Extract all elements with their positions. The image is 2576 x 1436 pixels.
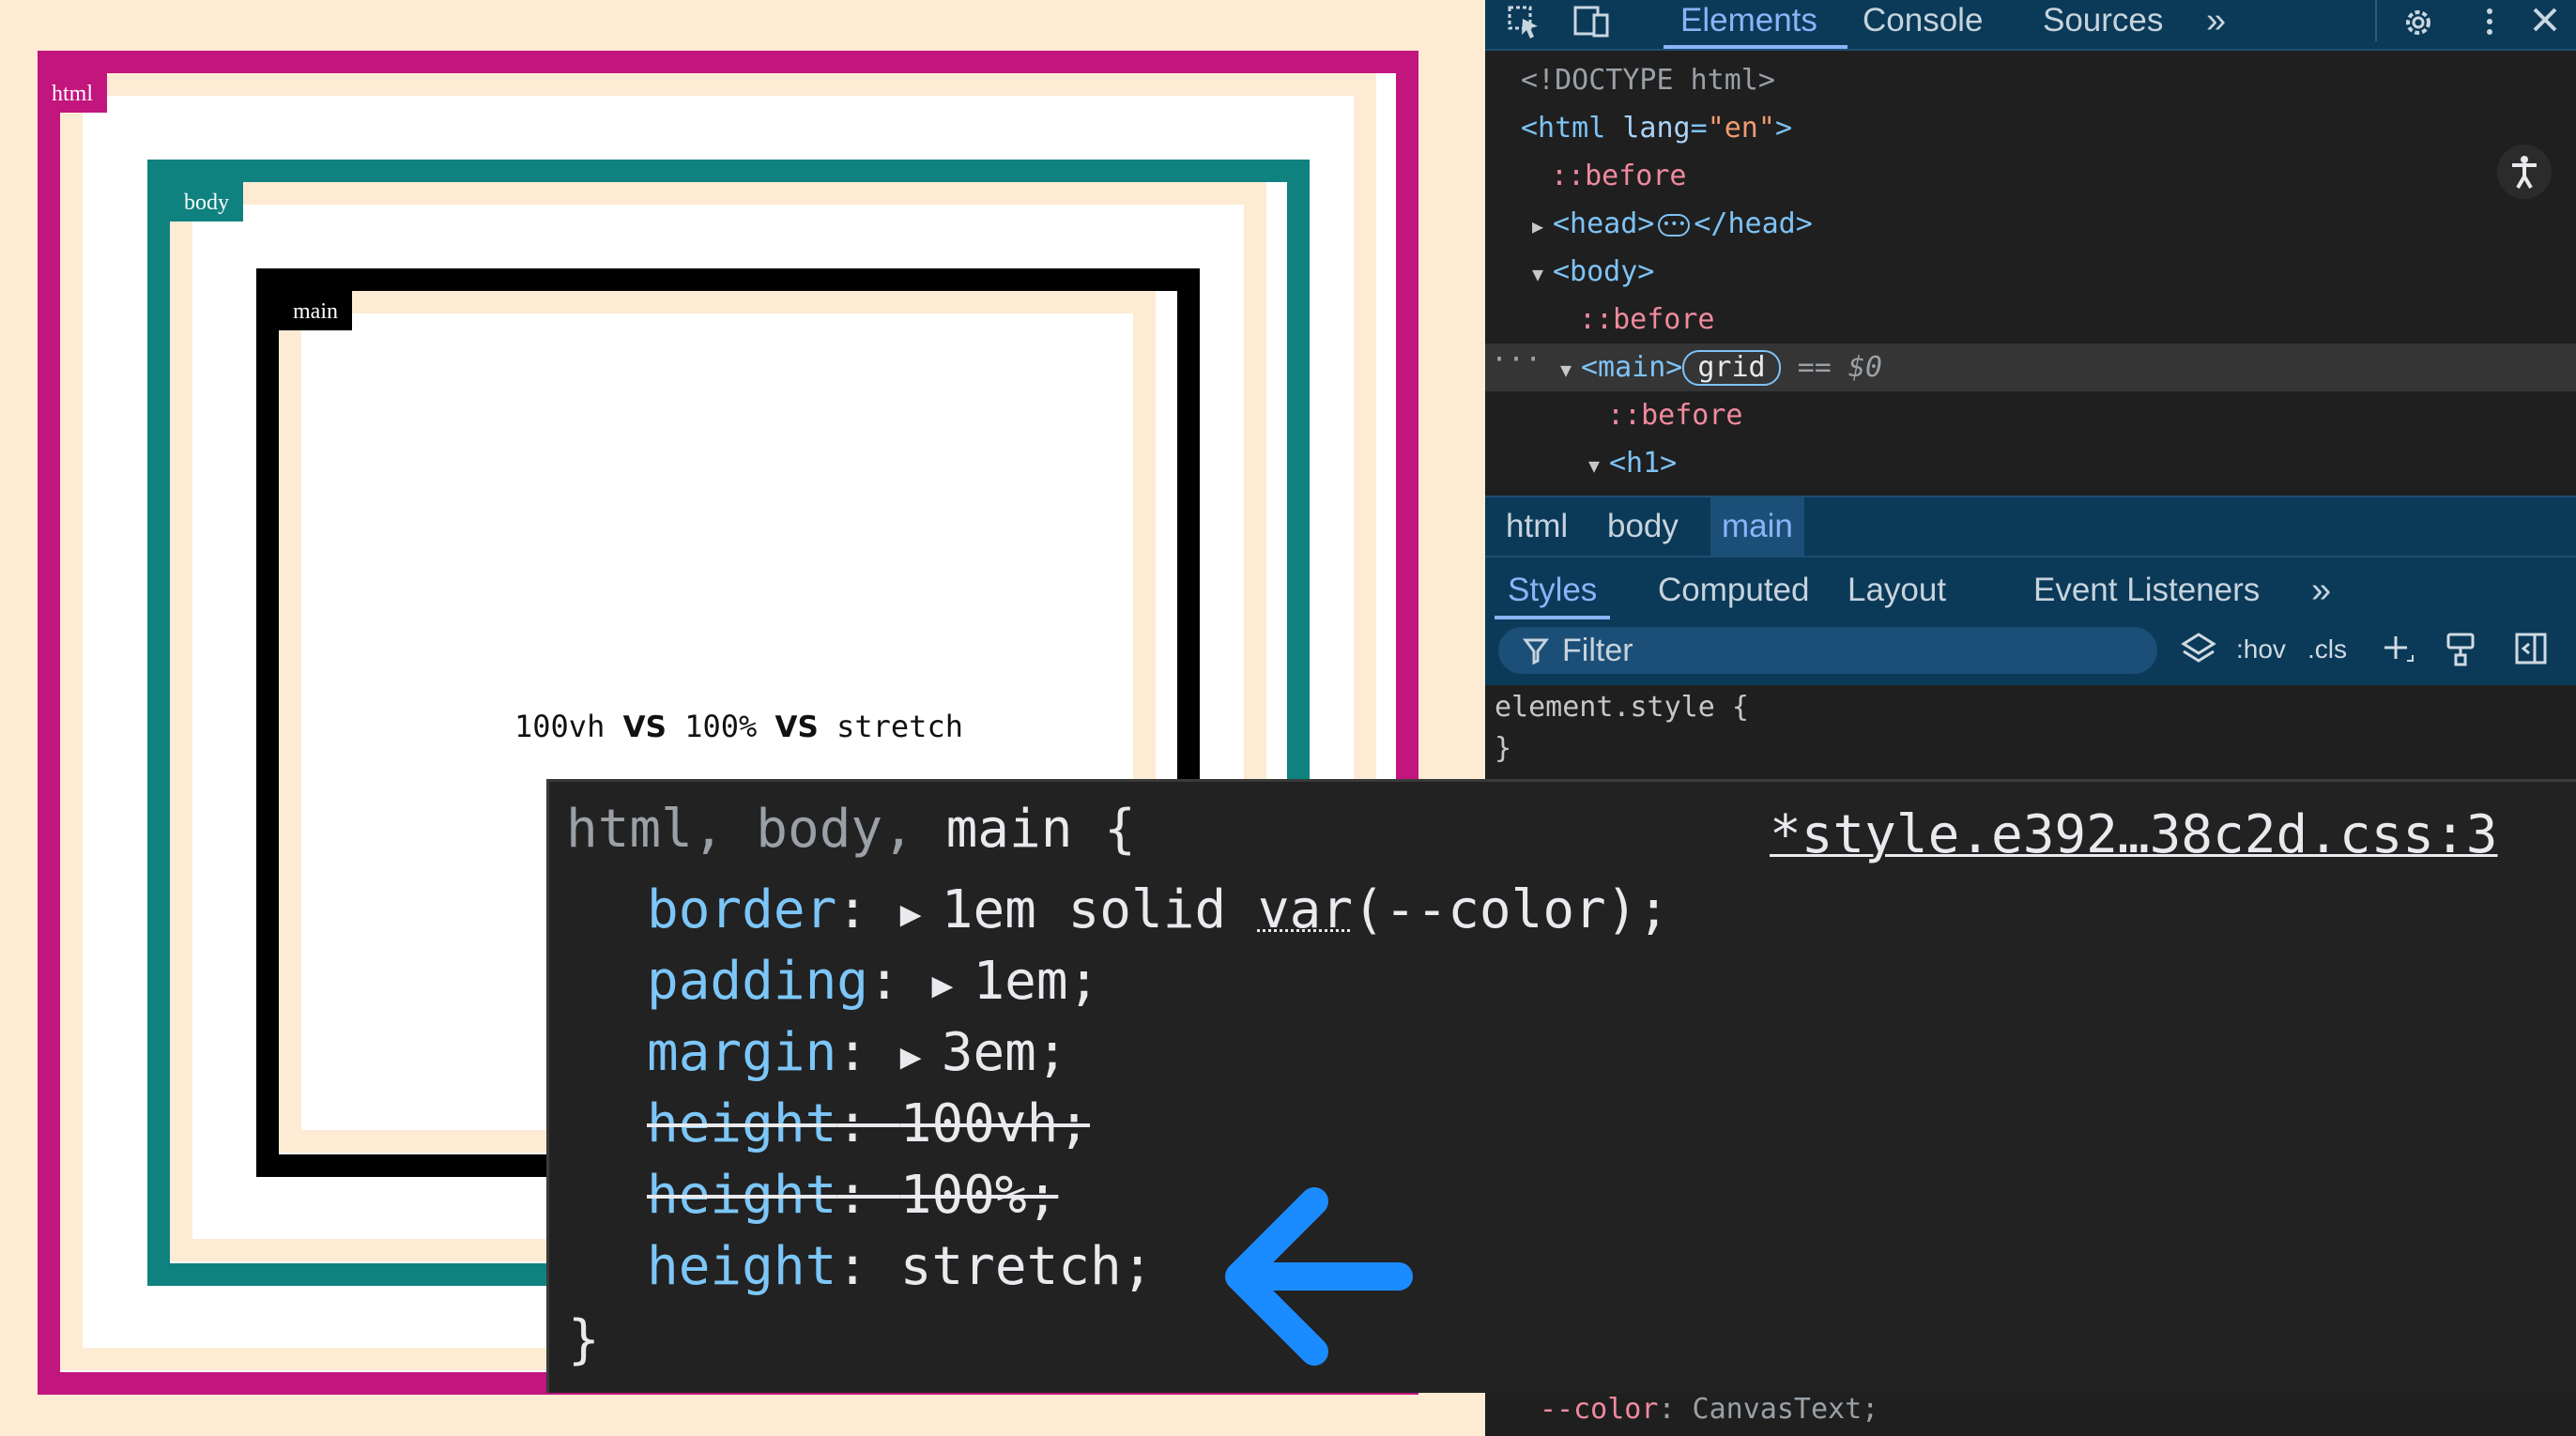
decl-border[interactable]: border: ▶ 1em solid var(--color);: [647, 878, 1669, 946]
toolbar-divider: [2375, 0, 2377, 41]
dom-h1-node[interactable]: ▼ <h1>: [1588, 439, 1677, 487]
expand-triangle-icon[interactable]: ▶: [931, 952, 973, 1017]
node-actions-icon[interactable]: ···: [1491, 336, 1541, 384]
zoomed-css-rule: html, body, main { *style.e392…38c2d.css…: [546, 779, 2576, 1393]
decl-height-stretch[interactable]: height: stretch;: [647, 1234, 1153, 1300]
breadcrumb: html body main: [1485, 496, 2576, 556]
tab-event-listeners[interactable]: Event Listeners: [2033, 558, 2260, 619]
expand-triangle-icon[interactable]: ▶: [900, 880, 942, 946]
cls-toggle[interactable]: .cls: [2308, 629, 2347, 670]
layers-icon[interactable]: [2180, 629, 2217, 682]
dom-body-before[interactable]: ::before: [1579, 296, 1715, 344]
collapsed-ellipsis-icon[interactable]: •••: [1658, 213, 1691, 237]
decl-margin[interactable]: margin: ▶ 3em;: [647, 1020, 1068, 1089]
kebab-menu-icon[interactable]: [2480, 4, 2499, 41]
breadcrumb-body[interactable]: body: [1596, 497, 1690, 556]
dom-main-node[interactable]: ··· ▼ <main> grid == $0: [1485, 344, 2576, 391]
dom-body-node[interactable]: ▼ <body>: [1532, 248, 1654, 296]
dom-html-node[interactable]: <html lang="en">: [1521, 104, 1792, 152]
filter-placeholder: Filter: [1562, 633, 1633, 668]
tab-sources[interactable]: Sources: [2043, 0, 2163, 49]
dom-html-before[interactable]: ::before: [1551, 152, 1687, 200]
rule-source-link[interactable]: *style.e392…38c2d.css:3: [1770, 802, 2497, 868]
sidebar-toggle-icon[interactable]: [2512, 629, 2550, 682]
demo-heading: 100vh VS 100% VS stretch: [514, 709, 963, 744]
tab-computed[interactable]: Computed: [1658, 558, 1809, 619]
element-style-rule[interactable]: element.style {: [1495, 691, 1749, 724]
html-label: html: [38, 73, 108, 113]
tab-styles[interactable]: Styles: [1495, 558, 1611, 619]
main-label: main: [279, 291, 352, 330]
filter-icon: [1523, 627, 1549, 689]
dom-doctype[interactable]: <!DOCTYPE html>: [1521, 56, 1775, 104]
hov-toggle[interactable]: :hov: [2236, 629, 2286, 670]
filter-input[interactable]: Filter: [1498, 627, 2157, 674]
settings-icon[interactable]: [2400, 4, 2437, 41]
inspect-icon[interactable]: [1506, 4, 1543, 41]
accessibility-icon[interactable]: [2497, 145, 2552, 199]
more-tabs-icon[interactable]: »: [2206, 0, 2226, 49]
css-variable-peek[interactable]: --color: CanvasText;: [1540, 1393, 1878, 1426]
tab-layout[interactable]: Layout: [1848, 558, 1946, 619]
paint-brush-icon[interactable]: [2443, 629, 2480, 682]
styles-subtabs: Styles Computed Layout Event Listeners »: [1485, 556, 2576, 619]
devtools-topbar: Elements Console Sources »: [1485, 0, 2576, 51]
dom-head-node[interactable]: ▶ <head> ••• </head>: [1532, 200, 1813, 248]
close-icon[interactable]: [2529, 4, 2561, 41]
grid-badge[interactable]: grid: [1682, 350, 1781, 386]
decl-height-100pct-overridden[interactable]: height: 100%;: [647, 1163, 1058, 1229]
new-rule-icon[interactable]: [2379, 629, 2416, 682]
dom-tree: <!DOCTYPE html> <html lang="en"> ::befor…: [1485, 51, 2576, 496]
device-toggle-icon[interactable]: [1572, 4, 1613, 41]
rule-close-brace: }: [568, 1309, 600, 1370]
element-style-close: }: [1495, 732, 1512, 765]
decl-height-100vh-overridden[interactable]: height: 100vh;: [647, 1092, 1090, 1157]
dom-main-before[interactable]: ::before: [1607, 391, 1743, 439]
tab-console[interactable]: Console: [1863, 0, 1983, 49]
decl-padding[interactable]: padding: ▶ 1em;: [647, 949, 1099, 1017]
body-label: body: [170, 182, 243, 222]
expand-triangle-icon[interactable]: ▶: [900, 1023, 942, 1089]
breadcrumb-html[interactable]: html: [1495, 497, 1579, 556]
styles-filter-bar: Filter :hov .cls: [1485, 619, 2576, 685]
rule-selector[interactable]: html, body, main {: [566, 797, 1136, 863]
more-subtabs-icon[interactable]: »: [2311, 558, 2331, 619]
breadcrumb-main[interactable]: main: [1710, 497, 1804, 556]
tab-elements[interactable]: Elements: [1664, 0, 1848, 49]
arrow-left-icon: [1225, 1187, 1413, 1366]
